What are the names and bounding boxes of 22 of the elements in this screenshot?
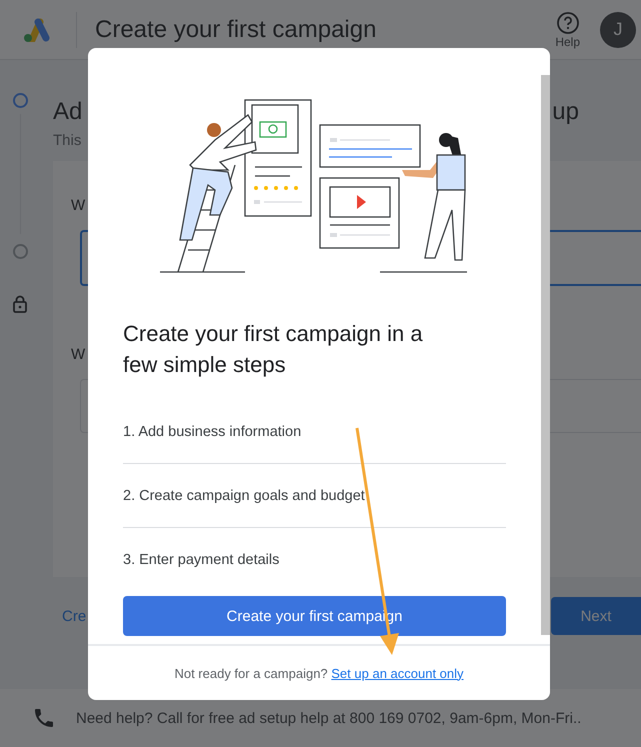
footer-text: Not ready for a campaign? Set up an account only [174, 666, 464, 680]
dialog-heading: Create your first campaign in a few simple steps [123, 320, 424, 379]
step-text: 1. Add business information [123, 424, 302, 440]
phone-icon [32, 706, 56, 730]
setup-account-link[interactable]: Set up an account only [331, 666, 464, 680]
step-text: 2. Create campaign goals and budget [123, 488, 365, 504]
page-title: Create your first campaign [95, 16, 376, 44]
page-subtitle: This [53, 132, 82, 149]
text-link[interactable]: Cre [62, 608, 86, 624]
step-text: 3. Enter payment details [123, 552, 280, 568]
help-button[interactable]: Help [555, 10, 580, 48]
field-label: W [71, 346, 86, 363]
page-heading: Ad [53, 98, 82, 126]
logo-icon [22, 18, 52, 42]
field-label: W [71, 197, 86, 214]
scrollbar[interactable] [541, 75, 550, 635]
lock-icon [12, 295, 28, 313]
next-button[interactable]: Next [551, 597, 641, 635]
help-text: Need help? Call for free ad setup help at 800 169 0702, 9am-6pm, Mon-Fri.. [76, 710, 582, 726]
avatar-button[interactable]: J [600, 12, 636, 48]
page-heading: up [552, 98, 579, 126]
help-icon [556, 10, 580, 34]
